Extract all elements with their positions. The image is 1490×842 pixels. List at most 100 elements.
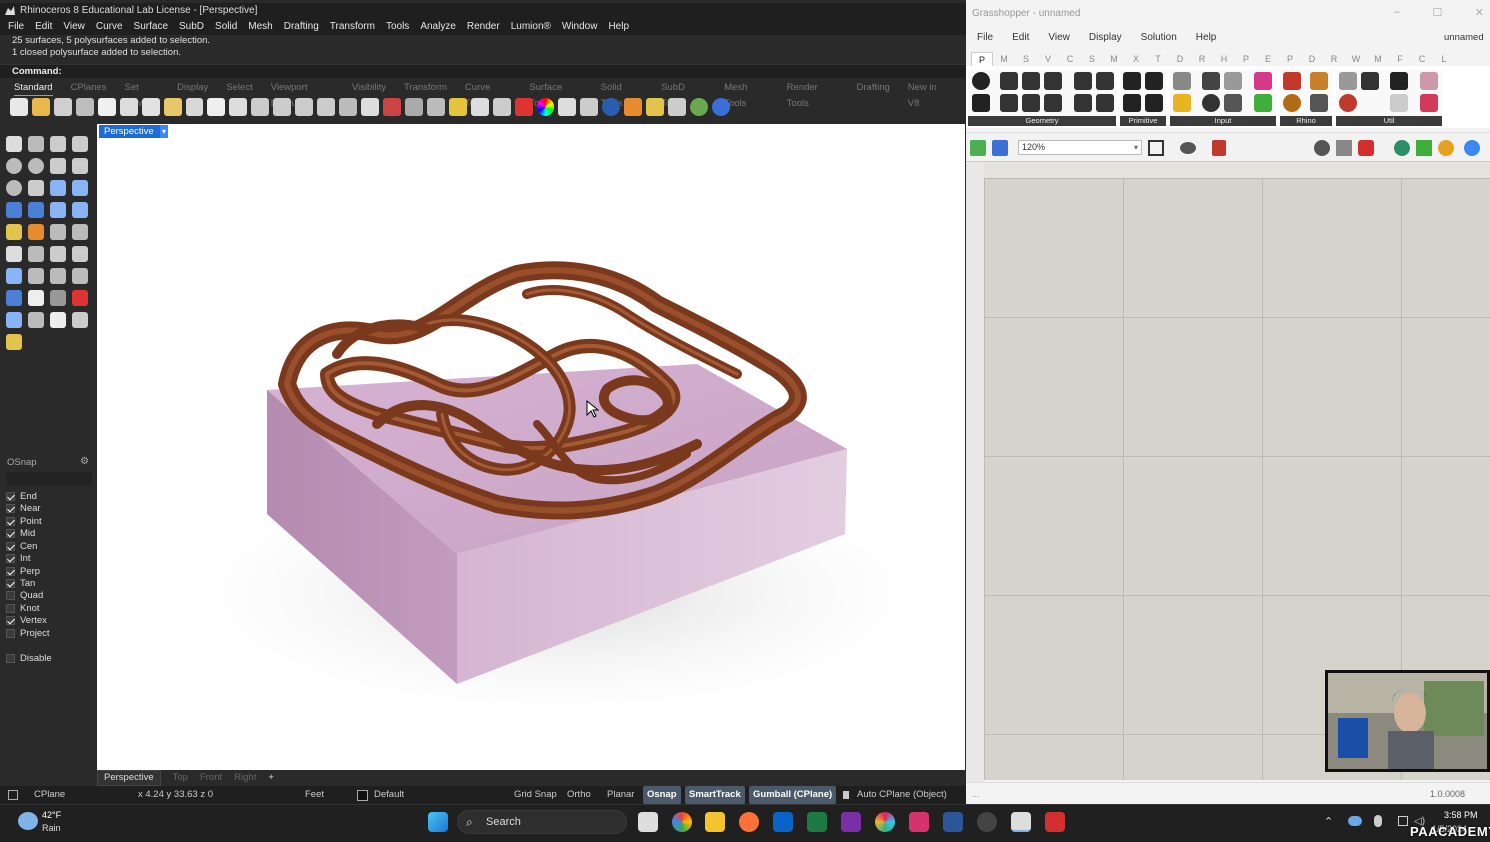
gh-tab[interactable]: W — [1345, 52, 1367, 66]
gh-tab[interactable]: P — [1235, 52, 1257, 66]
task-view-icon[interactable] — [638, 812, 658, 832]
toggle-icon[interactable] — [1224, 72, 1242, 90]
lock-icon[interactable] — [492, 98, 511, 116]
menu-file[interactable]: File — [8, 19, 24, 35]
maximize-icon[interactable]: ☐ — [1433, 6, 1443, 20]
material-icon[interactable] — [514, 98, 533, 116]
vector-param-icon[interactable] — [1044, 94, 1062, 112]
environment-icon[interactable] — [690, 98, 708, 116]
rectangle-icon[interactable] — [72, 158, 88, 174]
gear-icon[interactable]: ⚙ — [80, 456, 92, 468]
viewport-tab-top[interactable]: Top — [173, 771, 188, 785]
slider-icon[interactable] — [1173, 72, 1191, 90]
osnap-item-int[interactable]: Int — [6, 552, 31, 564]
gh-tab[interactable]: S — [1081, 52, 1103, 66]
tab-select[interactable]: Select — [226, 80, 252, 96]
solid-icon[interactable] — [28, 202, 44, 218]
gh-menu-display[interactable]: Display — [1089, 30, 1122, 46]
extrude-icon[interactable] — [72, 202, 88, 218]
gh-tab[interactable]: C — [1059, 52, 1081, 66]
menu-edit[interactable]: Edit — [35, 19, 52, 35]
osnap-item-project[interactable]: Project — [6, 627, 50, 639]
onedrive-icon[interactable] — [1348, 816, 1362, 826]
gh-tab[interactable]: S — [1015, 52, 1037, 66]
tab-drafting[interactable]: Drafting — [857, 80, 890, 96]
rhino-object-icon[interactable] — [1310, 72, 1328, 90]
gh-tab[interactable]: R — [1323, 52, 1345, 66]
gh-tab[interactable]: D — [1301, 52, 1323, 66]
number-param-icon[interactable] — [1123, 94, 1141, 112]
tab-mesh-tools[interactable]: Mesh Tools — [724, 80, 768, 109]
smarttrack-toggle[interactable]: SmartTrack — [685, 786, 745, 804]
curve-param-icon[interactable] — [1022, 72, 1040, 90]
mirror-icon[interactable] — [72, 268, 88, 284]
viewport-tab-perspective[interactable]: Perspective — [97, 770, 161, 786]
integer-param-icon[interactable] — [1145, 72, 1163, 90]
tab-solid-tools[interactable]: Solid Tools — [601, 80, 644, 109]
four-views-icon[interactable] — [361, 98, 379, 116]
offset-icon[interactable] — [72, 180, 88, 196]
bake-icon[interactable] — [1394, 140, 1410, 156]
menu-solid[interactable]: Solid — [215, 19, 237, 35]
undo-view-icon[interactable] — [339, 98, 357, 116]
panel-toggle-icon[interactable] — [8, 790, 18, 800]
gh-tab[interactable]: P — [1279, 52, 1301, 66]
geometry-param-icon[interactable] — [972, 72, 990, 90]
menu-surface[interactable]: Surface — [134, 19, 168, 35]
excel-icon[interactable] — [807, 812, 827, 832]
save-icon[interactable] — [992, 140, 1008, 156]
tab-transform[interactable]: Transform — [404, 80, 447, 96]
zoom-extents-icon[interactable] — [295, 98, 314, 116]
scale-icon[interactable] — [72, 246, 88, 262]
help-icon[interactable] — [712, 98, 730, 116]
sphere-icon[interactable] — [602, 98, 621, 116]
checkbox[interactable] — [6, 566, 15, 576]
color-wheel-icon[interactable] — [536, 98, 555, 116]
menu-window[interactable]: Window — [562, 19, 598, 35]
checkbox[interactable] — [6, 491, 15, 501]
relay-icon[interactable] — [1390, 72, 1408, 90]
gh-tab[interactable]: M — [993, 52, 1015, 66]
menu-subd[interactable]: SubD — [179, 19, 204, 35]
copy-icon[interactable] — [141, 98, 160, 116]
sun-icon[interactable] — [646, 98, 665, 116]
grid-snap-toggle[interactable]: Grid Snap — [510, 786, 561, 804]
slack-icon[interactable] — [875, 812, 895, 832]
microphone-icon[interactable] — [1374, 815, 1382, 827]
print-icon[interactable] — [75, 98, 94, 116]
checkbox[interactable] — [6, 528, 15, 538]
gumball-toggle[interactable]: Gumball (CPlane) — [749, 786, 837, 804]
osnap-toggle[interactable]: Osnap — [643, 786, 681, 804]
rhino-layer-icon[interactable] — [1283, 94, 1301, 112]
osnap-item-tan[interactable]: Tan — [6, 577, 35, 589]
polygon-icon[interactable] — [50, 158, 66, 174]
line-param-icon[interactable] — [972, 94, 990, 112]
sketch-icon[interactable] — [1212, 140, 1226, 156]
checkbox[interactable] — [6, 653, 15, 663]
rotate-icon[interactable] — [50, 246, 66, 262]
value-list-icon[interactable] — [1224, 94, 1242, 112]
gh-tab[interactable]: L — [1433, 52, 1455, 66]
dimension-icon[interactable] — [668, 98, 687, 116]
mesh-icon[interactable] — [6, 224, 22, 240]
tab-surface-tools[interactable]: Surface Tools — [529, 80, 582, 109]
menu-drafting[interactable]: Drafting — [284, 19, 319, 35]
gh-tab-params[interactable]: P — [971, 52, 993, 66]
tab-subd-tools[interactable]: SubD Tools — [661, 80, 706, 109]
weather-temperature[interactable]: 42°F — [42, 810, 61, 820]
box-param-icon[interactable] — [1074, 72, 1092, 90]
gh-menu-view[interactable]: View — [1048, 30, 1070, 46]
acrobat-icon[interactable] — [1045, 812, 1065, 832]
onenote-icon[interactable] — [841, 812, 861, 832]
menu-curve[interactable]: Curve — [96, 19, 123, 35]
chrome-icon[interactable] — [672, 812, 692, 832]
move-icon[interactable] — [28, 246, 44, 262]
preview-shaded-icon[interactable] — [1336, 140, 1352, 156]
gh-tab[interactable]: X — [1125, 52, 1147, 66]
new-file-icon[interactable] — [10, 98, 28, 116]
rhino-material-icon[interactable] — [1310, 94, 1328, 112]
dimension-tool-icon[interactable] — [28, 268, 44, 284]
perspective-viewport[interactable] — [97, 124, 977, 770]
cherry-icon[interactable] — [1339, 94, 1357, 112]
section-icon[interactable] — [72, 290, 88, 306]
